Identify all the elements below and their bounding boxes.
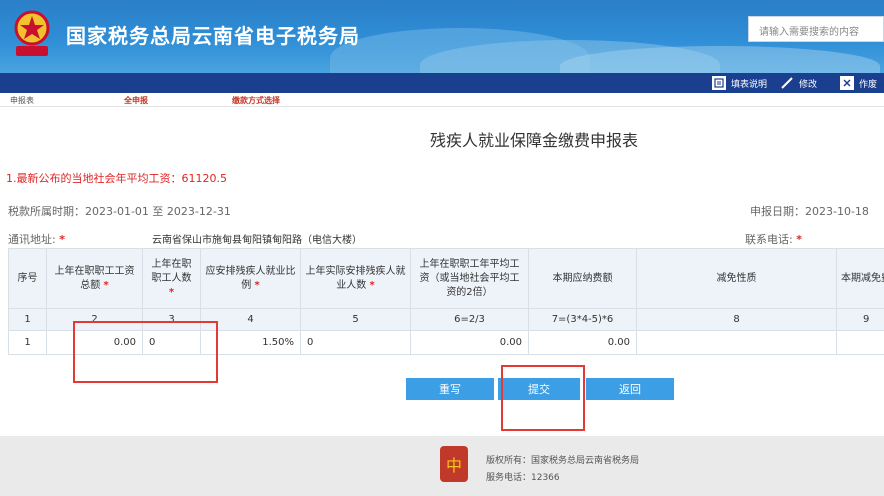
service-hotline: 服务电话：12366 (486, 473, 560, 483)
void-document-icon (840, 76, 854, 90)
search-input[interactable]: 请输入需要搜索的内容 (748, 16, 884, 42)
reduction-type-select[interactable] (636, 330, 837, 355)
tax-period: 税款所属时期：2023-01-01 至 2023-12-31 (8, 205, 231, 218)
index-cell: 7=(3*4-5)*6 (528, 308, 637, 331)
tab-declaration-form[interactable]: 申报表 (10, 95, 34, 106)
table-header-row: 序号 上年在职职工工资总额 * 上年在职职工人数 * 应安排残疾人就业比例 * 上… (8, 248, 884, 309)
header-cell: 上年在职职工工资总额 * (46, 248, 143, 309)
payable-fee-cell: 0.00 (528, 330, 637, 355)
void-label: 作废 (859, 79, 878, 90)
site-header: 国家税务总局云南省电子税务局 请输入需要搜索的内容 (0, 0, 884, 73)
header-cell: 上年在职职工年平均工资（或当地社会平均工资的2倍） (410, 248, 529, 309)
fill-help-button[interactable]: 填表说明 (712, 73, 767, 93)
tab-payment-method[interactable]: 缴款方式选择 (232, 95, 280, 106)
page-footer: 中 版权所有：国家税务总局云南省税务局 服务电话：12366 (0, 436, 884, 496)
reduction-amount-cell (836, 330, 884, 355)
phone-label: 联系电话: * (745, 233, 802, 246)
void-button[interactable]: 作废 (840, 73, 877, 93)
average-wage-cell: 0.00 (410, 330, 529, 355)
index-cell: 5 (300, 308, 411, 331)
highlight-box (73, 321, 218, 383)
index-cell: 8 (636, 308, 837, 331)
row-number: 1 (8, 330, 47, 355)
address-value: 云南省保山市施甸县甸阳镇甸阳路（电信大楼） (152, 235, 362, 246)
header-cell: 本期减免费 (836, 248, 884, 309)
index-cell: 6=2/3 (410, 308, 529, 331)
action-toolbar: 填表说明 修改 作废 (0, 73, 884, 93)
wage-notice: 1.最新公布的当地社会年平均工资：61120.5 (6, 172, 227, 185)
header-cell: 减免性质 (636, 248, 837, 309)
disabled-employee-count-input[interactable]: 0 (300, 330, 411, 355)
form-title: 残疾人就业保障金缴费申报表 (430, 131, 639, 150)
step-tabs: 申报表 全申报 缴款方式选择 (0, 93, 884, 107)
document-icon (712, 76, 726, 90)
index-cell: 9 (836, 308, 884, 331)
header-cell: 上年实际安排残疾人就业人数 * (300, 248, 411, 309)
tax-logo-icon: 中 (440, 446, 468, 482)
pencil-icon (780, 76, 794, 90)
header-cell: 上年在职职工人数 * (142, 248, 201, 309)
required-mark: * (796, 233, 802, 246)
edit-button[interactable]: 修改 (780, 73, 817, 93)
header-cell: 序号 (8, 248, 47, 309)
copyright-text: 版权所有：国家税务总局云南省税务局 (486, 456, 640, 466)
tab-full-declaration[interactable]: 全申报 (124, 95, 148, 106)
fill-help-label: 填表说明 (731, 79, 768, 90)
tax-emblem-icon (10, 8, 54, 58)
address-label: 通讯地址: * (8, 233, 65, 246)
highlight-box (501, 365, 585, 431)
reset-button[interactable]: 重写 (406, 378, 494, 400)
declaration-date: 申报日期：2023-10-18 (750, 205, 869, 218)
header-cell: 本期应纳费额 (528, 248, 637, 309)
header-cell: 应安排残疾人就业比例 * (200, 248, 301, 309)
index-cell: 1 (8, 308, 47, 331)
site-title[interactable]: 国家税务总局云南省电子税务局 (66, 20, 360, 49)
back-button[interactable]: 返回 (586, 378, 674, 400)
edit-label: 修改 (799, 79, 818, 90)
required-mark: * (59, 233, 65, 246)
